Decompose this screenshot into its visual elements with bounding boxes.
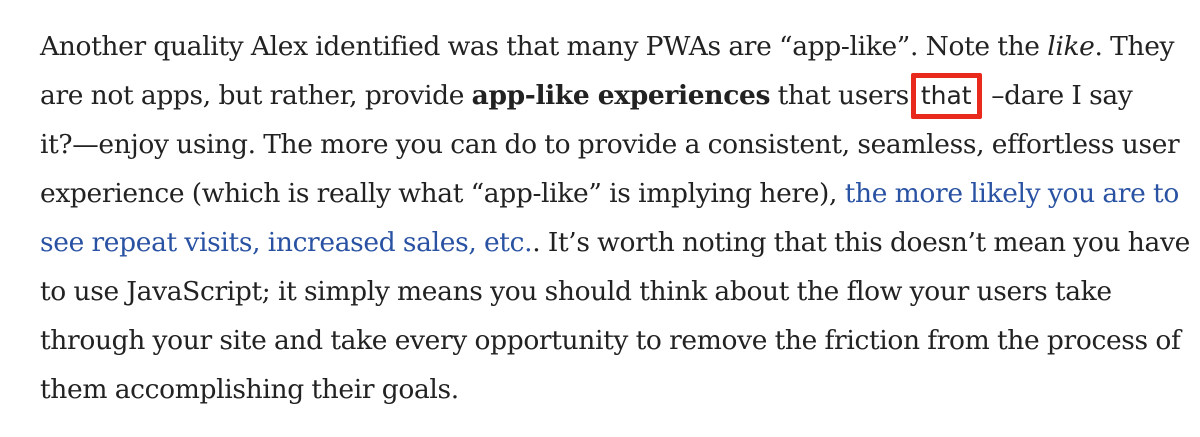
repeat-visits-link-part-1[interactable]: the more likely you are to [845, 178, 1180, 209]
bold-phrase: app-like experiences [471, 80, 771, 111]
text-segment: experience (which is really what “app-li… [40, 178, 845, 209]
text-segment: that users [770, 80, 910, 111]
text-segment: . It’s worth noting that this doesn’t me… [532, 227, 1190, 258]
emphasized-word: like [1047, 31, 1095, 62]
paragraph-line-3: it?—enjoy using. The more you can do to … [40, 129, 1180, 160]
paragraph-line-6: to use JavaScript; it simply means you s… [40, 276, 1112, 307]
paragraph-line-2: are not apps, but rather, provide app-li… [40, 71, 1175, 120]
article-paragraph: Another quality Alex identified was that… [40, 22, 1190, 414]
text-segment: –dare I say [983, 80, 1133, 111]
highlighted-word-box: that [910, 73, 982, 119]
text-segment: . They [1094, 31, 1175, 62]
text-segment: Another quality Alex identified was that… [40, 31, 1048, 62]
paragraph-line-5: see repeat visits, increased sales, etc.… [40, 218, 1190, 267]
text-segment: are not apps, but rather, provide [40, 80, 472, 111]
repeat-visits-link-part-2[interactable]: see repeat visits, increased sales, etc. [40, 227, 533, 258]
paragraph-line-1: Another quality Alex identified was that… [40, 22, 1175, 71]
paragraph-line-4: experience (which is really what “app-li… [40, 169, 1179, 218]
paragraph-line-7: through your site and take every opportu… [40, 325, 1181, 356]
paragraph-line-8: them accomplishing their goals. [40, 374, 459, 405]
